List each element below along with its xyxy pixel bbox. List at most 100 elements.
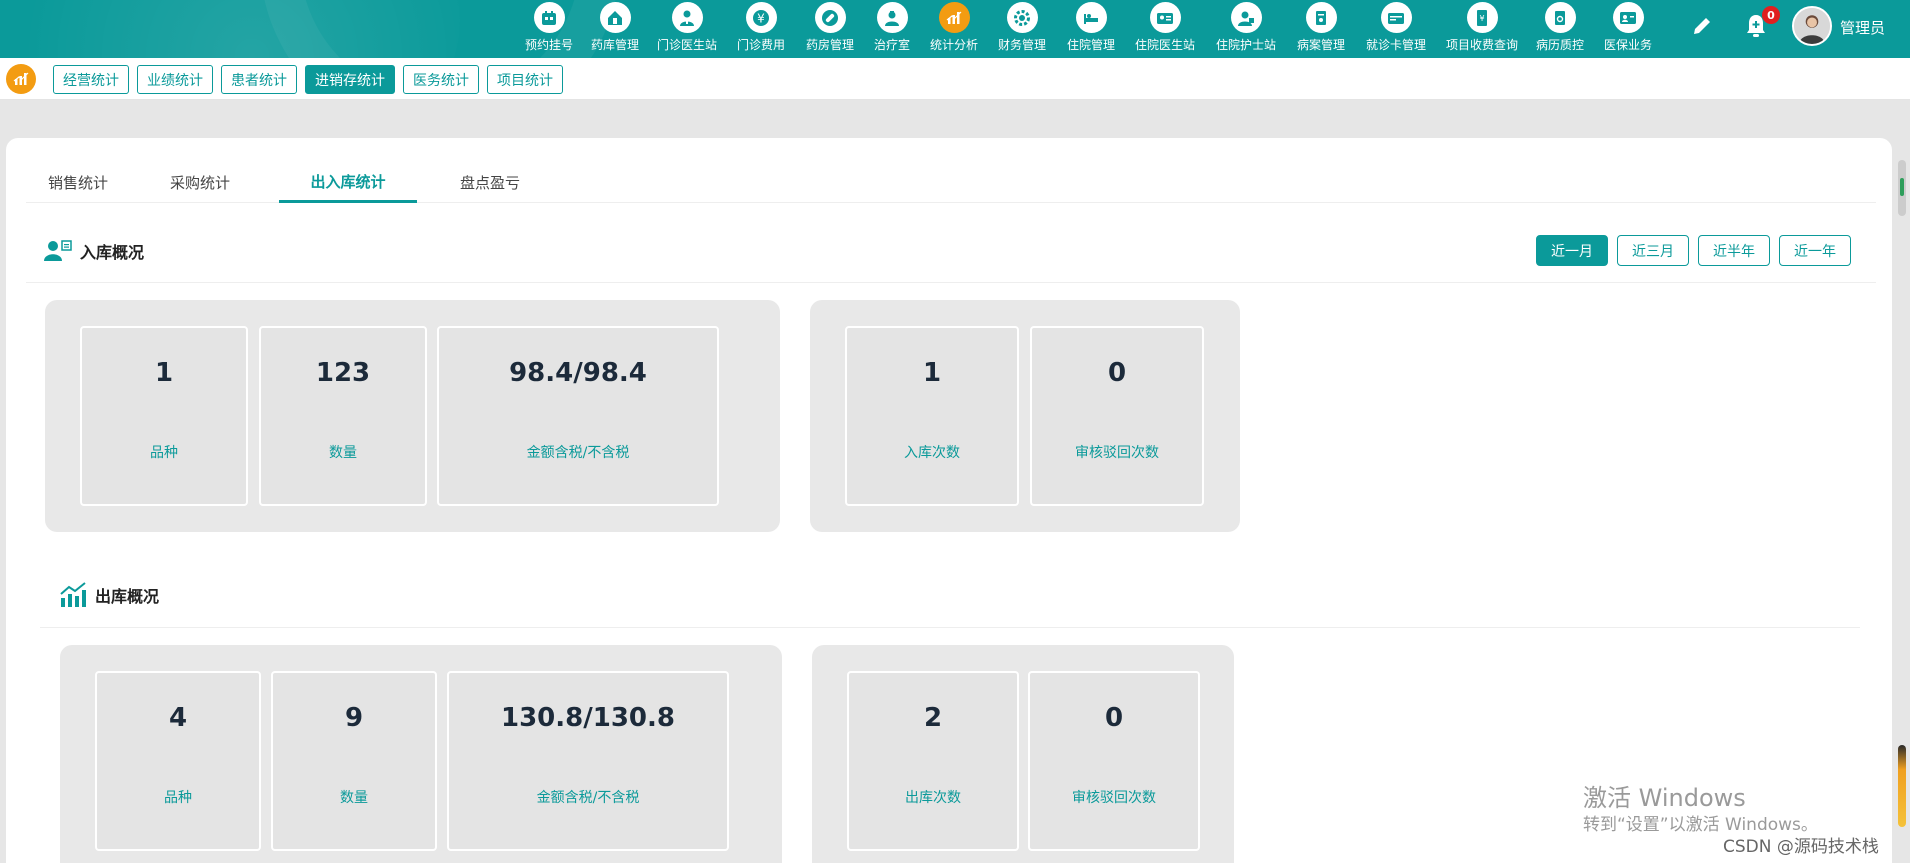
id-card-icon <box>1149 2 1181 33</box>
folder-check-icon <box>1544 2 1576 33</box>
section-divider <box>40 627 1860 628</box>
time-range-selector: 近一月 近三月 近半年 近一年 <box>1536 235 1860 266</box>
user-list-icon <box>44 240 72 261</box>
inbound-variety-card: 1 品种 <box>80 326 248 506</box>
windows-activation-watermark: 激活 Windows 转到“设置”以激活 Windows。 <box>1583 783 1818 837</box>
subtab-performance-stats[interactable]: 业绩统计 <box>137 65 213 94</box>
tab-in-out[interactable]: 出入库统计 <box>279 162 417 203</box>
nav-item-label: 住院管理 <box>1066 38 1115 52</box>
outbound-amount-card: 130.8/130.8 金额含税/不含税 <box>447 671 729 851</box>
nav-item-insurance[interactable]: 医保业务 <box>1592 0 1664 58</box>
record-icon <box>1305 2 1337 33</box>
nav-item-inpatient-nurse[interactable]: 住院护士站 <box>1206 0 1286 58</box>
nav-item-label: 病历质控 <box>1535 38 1584 52</box>
nav-item-outpatient-fee[interactable]: ¥ 门诊费用 <box>724 0 798 58</box>
stat-value: 1 <box>922 358 942 388</box>
subtab-inventory-stats[interactable]: 进销存统计 <box>305 65 395 94</box>
range-1-month-button[interactable]: 近一月 <box>1536 235 1608 266</box>
nav-item-inpatient-doctor[interactable]: 住院医生站 <box>1124 0 1206 58</box>
pencil-icon[interactable] <box>1690 14 1714 38</box>
stat-label: 数量 <box>340 790 368 806</box>
notification-badge: 0 <box>1762 6 1780 24</box>
stat-value: 0 <box>1104 703 1124 733</box>
subtab-patient-stats[interactable]: 患者统计 <box>221 65 297 94</box>
nav-item-pharmacy[interactable]: 药房管理 <box>798 0 862 58</box>
nav-item-label: 统计分析 <box>929 38 978 52</box>
outbound-count-group: 2 出库次数 0 审核驳回次数 <box>812 645 1234 863</box>
range-1-year-button[interactable]: 近一年 <box>1779 235 1851 266</box>
chart-icon <box>938 2 970 33</box>
watermark-line-1: 激活 Windows <box>1583 784 1746 812</box>
stat-label: 数量 <box>329 445 357 461</box>
pill-house-icon <box>599 2 631 33</box>
nav-item-label: 药房管理 <box>805 38 854 52</box>
yuan-icon: ¥ <box>745 2 777 33</box>
nav-item-pharmacy-store[interactable]: 药库管理 <box>580 0 650 58</box>
stat-label: 品种 <box>164 790 192 806</box>
sub-tabs: 经营统计 业绩统计 患者统计 进销存统计 医务统计 项目统计 <box>53 65 571 94</box>
tab-sales[interactable]: 销售统计 <box>26 162 130 203</box>
inbound-title-text: 入库概况 <box>80 243 145 262</box>
nav-item-finance[interactable]: 财务管理 <box>986 0 1058 58</box>
nav-item-label: 医保业务 <box>1603 38 1652 52</box>
stat-value: 2 <box>923 703 943 733</box>
nav-item-statistics[interactable]: 统计分析 <box>922 0 986 58</box>
doctor-icon <box>671 2 703 33</box>
nav-item-label: 预约挂号 <box>524 38 573 52</box>
stats-tabs: 销售统计 采购统计 出入库统计 盘点盈亏 <box>26 162 1876 203</box>
nurse-icon <box>876 2 908 33</box>
scrollbar-thumb-bottom[interactable] <box>1898 745 1906 827</box>
statistics-home-icon[interactable] <box>6 64 36 94</box>
outbound-summary-group: 4 品种 9 数量 130.8/130.8 金额含税/不含税 <box>60 645 782 863</box>
stat-value: 9 <box>344 703 364 733</box>
nav-item-label: 门诊医生站 <box>656 38 717 52</box>
stat-label: 入库次数 <box>904 445 960 461</box>
gear-money-icon <box>1006 2 1038 33</box>
inbound-count-group: 1 入库次数 0 审核驳回次数 <box>810 300 1240 532</box>
tab-purchase[interactable]: 采购统计 <box>148 162 252 203</box>
stat-label: 品种 <box>150 445 178 461</box>
stat-value: 130.8/130.8 <box>501 703 675 733</box>
nav-item-record-qc[interactable]: 病历质控 <box>1528 0 1592 58</box>
nav-item-outpatient-doctor[interactable]: 门诊医生站 <box>650 0 724 58</box>
outbound-quantity-card: 9 数量 <box>271 671 437 851</box>
nav-item-treatment-room[interactable]: 治疗室 <box>862 0 922 58</box>
nav-item-appointment[interactable]: 预约挂号 <box>518 0 580 58</box>
trend-chart-icon <box>60 582 86 607</box>
subtab-medical-stats[interactable]: 医务统计 <box>403 65 479 94</box>
invoice-icon: ¥ <box>1466 2 1498 33</box>
tab-inventory-pl[interactable]: 盘点盈亏 <box>438 162 542 203</box>
nav-item-label: 住院医生站 <box>1134 38 1195 52</box>
stat-label: 金额含税/不含税 <box>536 790 640 806</box>
subtab-project-stats[interactable]: 项目统计 <box>487 65 563 94</box>
stat-label: 审核驳回次数 <box>1072 790 1156 806</box>
capsule-icon <box>814 2 846 33</box>
stat-label: 审核驳回次数 <box>1075 445 1159 461</box>
outbound-times-card: 2 出库次数 <box>847 671 1019 851</box>
inbound-rejected-card: 0 审核驳回次数 <box>1030 326 1204 506</box>
stat-label: 金额含税/不含税 <box>526 445 630 461</box>
nav-item-label: 项目收费查询 <box>1445 38 1518 52</box>
range-3-month-button[interactable]: 近三月 <box>1617 235 1689 266</box>
nav-item-fee-query[interactable]: ¥ 项目收费查询 <box>1436 0 1528 58</box>
avatar[interactable] <box>1792 6 1832 46</box>
sub-navigation-bar: 经营统计 业绩统计 患者统计 进销存统计 医务统计 项目统计 <box>0 58 1910 100</box>
stat-value: 0 <box>1107 358 1127 388</box>
subtab-business-stats[interactable]: 经营统计 <box>53 65 129 94</box>
csdn-watermark: CSDN @源码技术栈 <box>1723 837 1879 857</box>
nav-item-inpatient[interactable]: 住院管理 <box>1058 0 1124 58</box>
scrollbar-thumb-top[interactable] <box>1898 160 1906 216</box>
stat-value: 123 <box>315 358 371 388</box>
stat-value: 4 <box>168 703 188 733</box>
nurse-badge-icon <box>1230 2 1262 33</box>
username[interactable]: 管理员 <box>1840 17 1885 38</box>
outbound-section-title: 出库概况 <box>59 581 159 609</box>
nav-item-label: 门诊费用 <box>736 38 785 52</box>
nav-item-label: 药库管理 <box>590 38 639 52</box>
nav-item-label: 财务管理 <box>997 38 1046 52</box>
outbound-variety-card: 4 品种 <box>95 671 261 851</box>
inbound-summary-group: 1 品种 123 数量 98.4/98.4 金额含税/不含税 <box>45 300 780 532</box>
range-half-year-button[interactable]: 近半年 <box>1698 235 1770 266</box>
nav-item-medical-records[interactable]: 病案管理 <box>1286 0 1356 58</box>
nav-item-visit-card[interactable]: 就诊卡管理 <box>1356 0 1436 58</box>
